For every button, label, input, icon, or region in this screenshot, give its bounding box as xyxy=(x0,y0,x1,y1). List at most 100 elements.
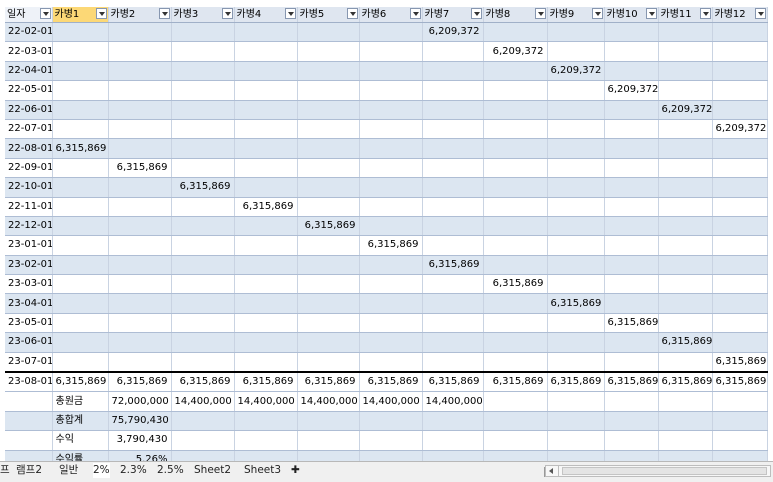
value-cell[interactable] xyxy=(547,158,605,179)
sheet-tab[interactable]: Sheet3 xyxy=(244,463,281,478)
value-cell[interactable] xyxy=(483,100,548,120)
summary-label-cell[interactable]: 수익 xyxy=(52,430,109,451)
date-cell[interactable]: 23-02-01 xyxy=(5,255,53,276)
value-cell[interactable] xyxy=(658,293,713,314)
date-cell[interactable]: 23-03-01 xyxy=(5,274,53,295)
value-cell[interactable] xyxy=(483,255,548,276)
value-cell[interactable] xyxy=(234,332,298,353)
filter-dropdown-icon[interactable] xyxy=(699,8,711,19)
value-cell[interactable] xyxy=(171,22,235,43)
value-cell[interactable] xyxy=(297,61,360,82)
date-cell[interactable]: 23-07-01 xyxy=(5,352,53,373)
value-cell[interactable]: 6,209,372 xyxy=(712,119,768,140)
value-cell[interactable] xyxy=(658,80,713,101)
value-cell[interactable] xyxy=(359,41,423,62)
summary-value-cell[interactable] xyxy=(604,430,659,451)
value-cell[interactable] xyxy=(604,61,659,82)
header-cell[interactable]: 카병8 xyxy=(483,7,548,23)
value-cell[interactable] xyxy=(297,235,360,256)
date-cell[interactable]: 23-04-01 xyxy=(5,293,53,314)
value-cell[interactable] xyxy=(422,158,484,179)
value-cell[interactable] xyxy=(359,332,423,353)
value-cell[interactable] xyxy=(359,352,423,373)
value-cell[interactable] xyxy=(483,80,548,101)
sheet-tab[interactable]: Sheet2 xyxy=(194,463,231,478)
value-cell[interactable] xyxy=(547,100,605,120)
summary-value-cell[interactable] xyxy=(658,391,713,412)
value-cell[interactable] xyxy=(422,235,484,256)
value-cell[interactable] xyxy=(52,80,109,101)
value-cell[interactable] xyxy=(422,313,484,334)
value-cell[interactable] xyxy=(52,61,109,82)
value-cell[interactable] xyxy=(171,119,235,140)
value-cell[interactable] xyxy=(712,332,768,353)
value-cell[interactable] xyxy=(297,313,360,334)
filter-dropdown-icon[interactable] xyxy=(534,8,546,19)
value-cell[interactable] xyxy=(547,41,605,62)
value-cell[interactable] xyxy=(234,61,298,82)
value-cell[interactable]: 6,315,869 xyxy=(422,371,484,393)
value-cell[interactable] xyxy=(658,352,713,373)
empty-cell[interactable] xyxy=(5,391,53,412)
value-cell[interactable] xyxy=(422,41,484,62)
value-cell[interactable] xyxy=(422,352,484,373)
value-cell[interactable] xyxy=(483,138,548,159)
value-cell[interactable] xyxy=(712,197,768,217)
value-cell[interactable] xyxy=(359,274,423,295)
value-cell[interactable] xyxy=(604,22,659,43)
value-cell[interactable] xyxy=(604,158,659,179)
value-cell[interactable] xyxy=(52,100,109,120)
value-cell[interactable] xyxy=(483,216,548,237)
value-cell[interactable]: 6,315,869 xyxy=(297,216,360,237)
value-cell[interactable] xyxy=(108,119,172,140)
value-cell[interactable] xyxy=(52,41,109,62)
value-cell[interactable] xyxy=(483,119,548,140)
value-cell[interactable] xyxy=(234,255,298,276)
header-cell[interactable]: 카병11 xyxy=(658,7,713,23)
value-cell[interactable] xyxy=(547,255,605,276)
value-cell[interactable] xyxy=(359,22,423,43)
value-cell[interactable]: 6,315,869 xyxy=(422,255,484,276)
value-cell[interactable] xyxy=(483,293,548,314)
value-cell[interactable] xyxy=(712,293,768,314)
value-cell[interactable] xyxy=(52,293,109,314)
value-cell[interactable] xyxy=(171,293,235,314)
date-cell[interactable]: 22-04-01 xyxy=(5,61,53,82)
value-cell[interactable] xyxy=(234,138,298,159)
value-cell[interactable] xyxy=(297,158,360,179)
value-cell[interactable] xyxy=(658,158,713,179)
value-cell[interactable] xyxy=(52,119,109,140)
value-cell[interactable] xyxy=(359,119,423,140)
summary-value-cell[interactable] xyxy=(297,411,360,432)
value-cell[interactable]: 6,315,869 xyxy=(52,138,109,159)
value-cell[interactable] xyxy=(359,197,423,217)
value-cell[interactable] xyxy=(483,61,548,82)
value-cell[interactable] xyxy=(234,41,298,62)
summary-value-cell[interactable] xyxy=(712,391,768,412)
value-cell[interactable] xyxy=(171,352,235,373)
value-cell[interactable] xyxy=(359,177,423,198)
value-cell[interactable]: 6,315,869 xyxy=(604,313,659,334)
value-cell[interactable] xyxy=(604,332,659,353)
value-cell[interactable] xyxy=(712,255,768,276)
value-cell[interactable] xyxy=(234,313,298,334)
sheet-tab[interactable]: 2.3% xyxy=(120,463,147,478)
value-cell[interactable] xyxy=(234,158,298,179)
value-cell[interactable] xyxy=(547,313,605,334)
value-cell[interactable]: 6,315,869 xyxy=(234,197,298,217)
value-cell[interactable] xyxy=(234,22,298,43)
filter-dropdown-icon[interactable] xyxy=(284,8,296,19)
summary-value-cell[interactable] xyxy=(297,430,360,451)
date-cell[interactable]: 23-06-01 xyxy=(5,332,53,353)
header-cell[interactable]: 카병12 xyxy=(712,7,768,23)
value-cell[interactable] xyxy=(359,255,423,276)
value-cell[interactable]: 6,315,869 xyxy=(297,371,360,393)
summary-value-cell[interactable] xyxy=(604,391,659,412)
value-cell[interactable] xyxy=(604,138,659,159)
value-cell[interactable] xyxy=(547,22,605,43)
summary-value-cell[interactable]: 14,400,000 xyxy=(171,391,235,412)
filter-dropdown-icon[interactable] xyxy=(158,8,170,19)
value-cell[interactable] xyxy=(422,274,484,295)
value-cell[interactable]: 6,315,869 xyxy=(604,371,659,393)
sheet-tab[interactable]: 일반 xyxy=(59,463,78,478)
